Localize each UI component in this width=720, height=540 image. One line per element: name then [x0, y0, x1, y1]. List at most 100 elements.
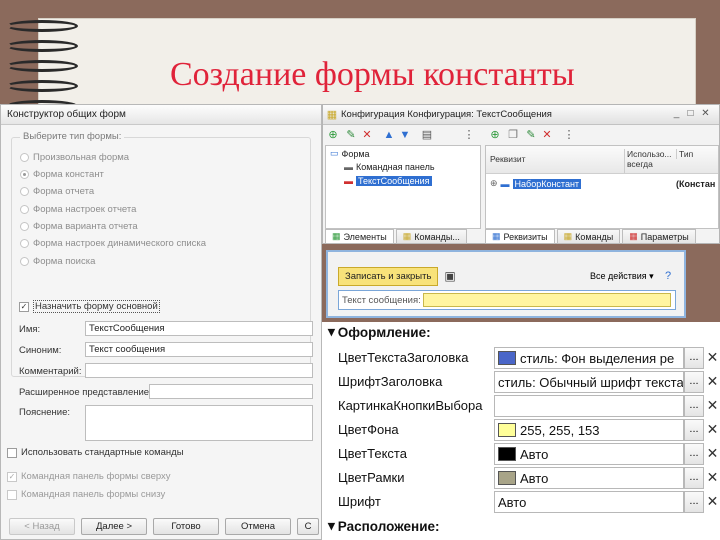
choose-button[interactable]: ... — [684, 443, 704, 465]
tab-commands-left[interactable]: ▦ Команды... — [395, 229, 467, 244]
name-field[interactable]: ТекстСообщения — [85, 321, 313, 336]
attributes-icon: ▦ — [492, 231, 501, 241]
property-label: ЦветРамки — [338, 470, 405, 485]
close-icon[interactable]: ✕ — [700, 109, 711, 120]
comment-field[interactable] — [85, 363, 313, 378]
help-button[interactable]: С — [297, 518, 319, 535]
radio-constants-form[interactable]: Форма констант — [20, 169, 104, 180]
property-value[interactable]: стиль: Обычный шрифт текста — [494, 371, 684, 393]
property-label: КартинкаКнопкиВыбора — [338, 398, 483, 413]
property-label: ЦветТекста — [338, 446, 407, 461]
property-value[interactable]: Авто — [494, 467, 684, 489]
radio-report-settings-form[interactable]: Форма настроек отчета — [20, 204, 136, 215]
choose-button[interactable]: ... — [684, 371, 704, 393]
tab-commands-right[interactable]: ▦ Команды — [556, 229, 621, 244]
left-tabs: ▦ Элементы ▦ Команды... — [325, 229, 467, 244]
checkbox-icon — [7, 489, 17, 500]
property-value[interactable]: стиль: Фон выделения ре — [494, 347, 684, 369]
minimize-icon[interactable]: _ — [671, 109, 682, 120]
edit-icon[interactable]: ✎ — [345, 129, 357, 141]
property-row: ЦветРамки Авто ... ✕ — [322, 466, 720, 490]
message-text-input[interactable] — [422, 293, 671, 307]
choose-button[interactable]: ... — [684, 395, 704, 417]
tree-item-message-text[interactable]: ▬ ТекстСообщения — [344, 176, 432, 186]
tab-attributes[interactable]: ▦ Реквизиты — [485, 229, 555, 244]
grid-row-constants-set[interactable]: ⊕ ▬ НаборКонстант — [490, 178, 582, 189]
extended-presentation-field[interactable] — [149, 384, 313, 399]
help-icon[interactable]: ? — [662, 270, 674, 282]
cancel-button[interactable]: Отмена — [225, 518, 291, 535]
clear-icon[interactable]: ✕ — [705, 467, 720, 489]
col-always-used: Использо... всегда — [624, 149, 672, 173]
choose-button[interactable]: ... — [684, 491, 704, 513]
clear-icon[interactable]: ✕ — [705, 371, 720, 393]
property-value[interactable]: 255, 255, 153 — [494, 419, 684, 441]
delete-attribute-icon[interactable]: ✕ — [541, 129, 553, 141]
move-up-icon[interactable]: ▲ — [383, 129, 395, 141]
property-label: ШрифтЗаголовка — [338, 374, 443, 389]
bottom-panel-checkbox[interactable]: Командная панель формы снизу — [7, 489, 165, 500]
property-row: ЦветТекста Авто ... ✕ — [322, 442, 720, 466]
more-attribute-actions-icon[interactable]: ⋮ — [563, 129, 575, 141]
next-button[interactable]: Далее > — [81, 518, 147, 535]
message-text-label: Текст сообщения: — [342, 294, 421, 306]
expand-icon: ⊕ — [490, 178, 498, 188]
section-design[interactable]: ▾ Оформление: — [328, 324, 431, 340]
add-icon[interactable]: ⊕ — [327, 129, 339, 141]
collapse-icon: ▾ — [328, 324, 335, 339]
radio-icon — [20, 222, 29, 231]
main-form-checkbox[interactable]: ✓ Назначить форму основной — [19, 300, 160, 313]
tree-item-command-panel[interactable]: ▬ Командная панель — [344, 162, 435, 172]
more-actions-icon[interactable]: ⋮ — [463, 129, 475, 141]
clear-icon[interactable]: ✕ — [705, 491, 720, 513]
done-button[interactable]: Готово — [153, 518, 219, 535]
radio-arbitrary-form[interactable]: Произвольная форма — [20, 152, 129, 163]
commands-icon: ▦ — [563, 231, 573, 241]
radio-selected-icon — [20, 170, 29, 179]
clear-icon[interactable]: ✕ — [705, 419, 720, 441]
clear-icon[interactable]: ✕ — [705, 395, 720, 417]
name-label: Имя: — [19, 324, 41, 335]
synonym-field[interactable]: Текст сообщения — [85, 342, 313, 357]
add-attribute-icon[interactable]: ⊕ — [489, 129, 501, 141]
std-commands-checkbox[interactable]: Использовать стандартные команды — [7, 447, 184, 458]
save-icon[interactable]: ▣ — [444, 270, 456, 282]
comment-label: Комментарий: — [19, 366, 82, 377]
radio-report-form[interactable]: Форма отчета — [20, 186, 94, 197]
tab-elements[interactable]: ▦ Элементы — [325, 229, 394, 244]
all-actions-menu[interactable]: Все действия ▾ — [590, 271, 654, 282]
tab-parameters[interactable]: ▦ Параметры — [622, 229, 696, 244]
delete-icon[interactable]: ✕ — [361, 129, 373, 141]
property-value[interactable]: Авто — [494, 443, 684, 465]
back-button[interactable]: < Назад — [9, 518, 75, 535]
top-panel-checkbox[interactable]: ✓ Командная панель формы сверху — [7, 471, 171, 482]
layout-icon[interactable]: ▤ — [421, 129, 433, 141]
commands-icon: ▦ — [402, 231, 412, 241]
property-value[interactable]: Авто — [494, 491, 684, 513]
edit-attribute-icon[interactable]: ✎ — [525, 129, 537, 141]
color-swatch — [498, 447, 516, 461]
radio-icon — [20, 239, 29, 248]
properties-panel: ▾ Оформление: ЦветТекстаЗаголовка стиль: … — [322, 322, 720, 540]
section-layout[interactable]: ▾ Расположение: — [328, 518, 440, 534]
maximize-icon[interactable]: □ — [685, 109, 696, 120]
radio-icon — [20, 153, 29, 162]
radio-report-variant-form[interactable]: Форма варианта отчета — [20, 221, 138, 232]
clear-icon[interactable]: ✕ — [705, 347, 720, 369]
copy-icon[interactable]: ❐ — [507, 129, 519, 141]
move-down-icon[interactable]: ▼ — [399, 129, 411, 141]
radio-dynamic-list-settings-form[interactable]: Форма настроек динамического списка — [20, 238, 206, 249]
tree-item-form[interactable]: ▭ Форма — [330, 148, 370, 159]
attribute-icon: ▬ — [500, 178, 510, 189]
save-and-close-button[interactable]: Записать и закрыть — [338, 267, 439, 286]
color-swatch — [498, 423, 516, 437]
property-row: ЦветФона 255, 255, 153 ... ✕ — [322, 418, 720, 442]
explanation-field[interactable] — [85, 405, 313, 441]
choose-button[interactable]: ... — [684, 467, 704, 489]
clear-icon[interactable]: ✕ — [705, 443, 720, 465]
radio-search-form[interactable]: Форма поиска — [20, 256, 95, 267]
choose-button[interactable]: ... — [684, 347, 704, 369]
col-type: Тип — [676, 149, 693, 159]
property-value[interactable] — [494, 395, 684, 417]
choose-button[interactable]: ... — [684, 419, 704, 441]
